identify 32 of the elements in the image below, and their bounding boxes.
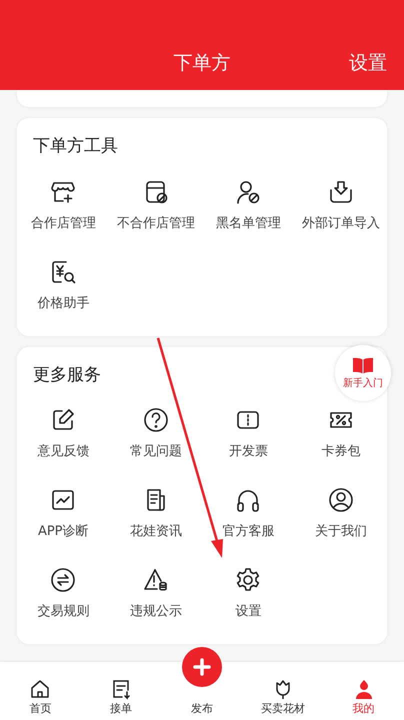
book-icon	[352, 356, 374, 374]
menu-item-label[interactable]: 关于我们	[314, 522, 367, 542]
menu-item-label[interactable]: 黑名单管理	[216, 214, 281, 234]
menu-item-label[interactable]: 违规公示	[130, 602, 182, 622]
menu-item-label[interactable]: 常见问题	[130, 442, 182, 462]
menu-item-label[interactable]: 意见反馈	[37, 442, 90, 462]
settings-link[interactable]: 设置	[349, 48, 387, 77]
menu-item-label[interactable]: 不合作店管理	[116, 214, 195, 234]
menu-item-label[interactable]: APP诊断	[38, 522, 89, 542]
help-icon	[142, 406, 170, 434]
user-circle-icon	[326, 486, 355, 514]
menu-item-label[interactable]: 外部订单导入	[302, 214, 380, 234]
menu-item-label[interactable]: 交易规则	[37, 602, 90, 622]
home-icon	[29, 678, 52, 700]
menu-item-label[interactable]: 价格助手	[37, 294, 90, 314]
tab-item[interactable]: 买卖花材	[242, 662, 324, 720]
menu-item-label[interactable]: 花娃资讯	[130, 522, 182, 542]
tab-item[interactable]: 发布	[162, 662, 242, 720]
tab-item[interactable]: 我的	[323, 662, 404, 720]
section-title: 更多服务	[33, 364, 101, 384]
publish-button[interactable]	[182, 647, 222, 687]
tab-item[interactable]: 接单	[80, 662, 162, 720]
menu-item-label[interactable]: 官方客服	[222, 522, 274, 542]
page-title: 下单方	[174, 50, 230, 76]
plus-icon	[193, 658, 211, 676]
section-title: 下单方工具	[33, 136, 118, 156]
exchange-icon	[49, 566, 78, 594]
menu-item-label[interactable]: 合作店管理	[30, 214, 96, 234]
tab-item[interactable]: 首页	[0, 662, 81, 720]
menu-item-label[interactable]: 卡券包	[321, 442, 360, 462]
menu-item-label[interactable]: 开发票	[228, 442, 268, 462]
menu-item-label[interactable]: 设置	[235, 602, 262, 622]
